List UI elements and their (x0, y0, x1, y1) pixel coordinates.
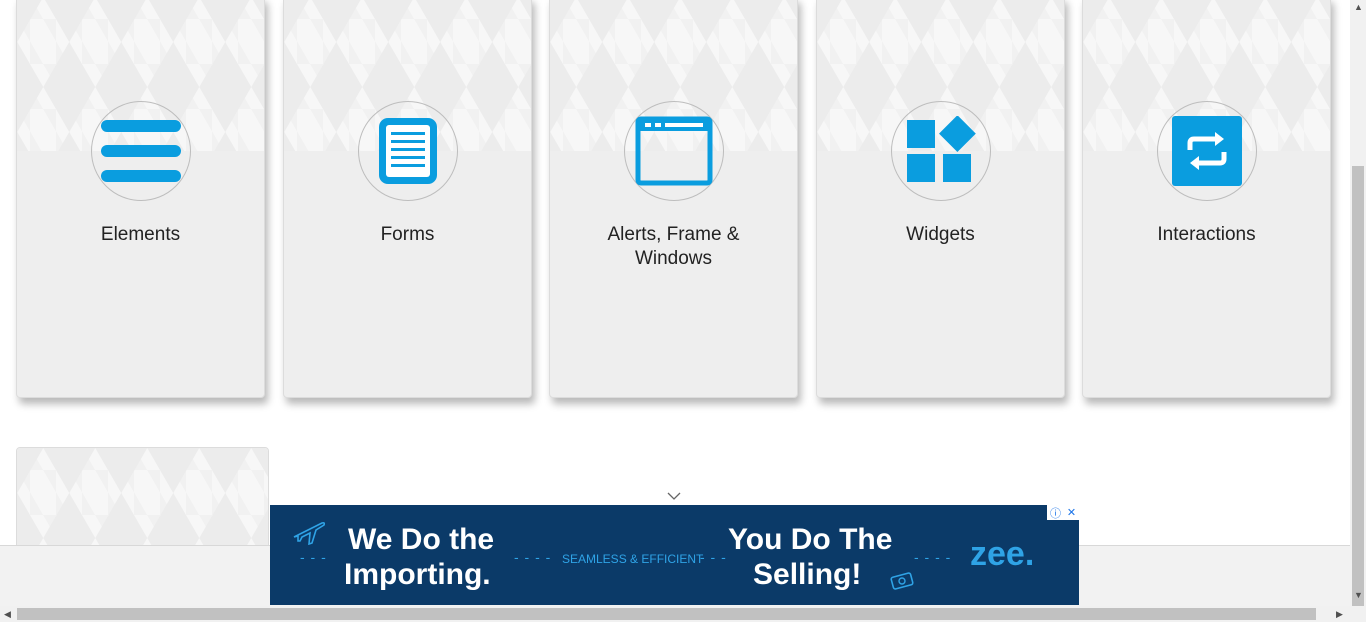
swap-arrows-icon (1171, 116, 1242, 186)
card-title: Elements (100, 224, 181, 245)
card-icon-circle (1156, 101, 1257, 201)
ad-headline-1a: We Do the (348, 523, 495, 556)
document-icon (378, 118, 437, 184)
scroll-right-icon[interactable]: ▶ (1336, 609, 1343, 620)
info-icon[interactable]: ⓘ (1050, 505, 1061, 521)
scroll-up-icon[interactable]: ▲ (1354, 2, 1363, 12)
card-widgets[interactable]: Widgets (816, 0, 1065, 398)
ad-dashes: - - - - (914, 549, 952, 565)
ad-controls[interactable]: ⓘ ✕ (1047, 505, 1079, 520)
ad-brand: zee. (970, 535, 1035, 573)
horizontal-scrollbar-thumb[interactable] (17, 608, 1316, 620)
card-alerts-frame-windows[interactable]: Alerts, Frame & Windows (549, 0, 798, 398)
ad-headline-2b: Selling! (753, 558, 862, 591)
widgets-icon (906, 116, 976, 182)
card-title: Interactions (1157, 224, 1256, 245)
card-interactions[interactable]: Interactions (1082, 0, 1331, 398)
scroll-left-icon[interactable]: ◀ (4, 609, 11, 620)
card-icon-circle (90, 101, 191, 201)
card-title: Widgets (906, 224, 975, 245)
card-title: Alerts, Frame & Windows (607, 224, 740, 269)
menu-lines-icon (100, 120, 181, 182)
card-forms[interactable]: Forms (283, 0, 532, 398)
card-pattern (17, 448, 268, 558)
money-icon (890, 572, 914, 590)
chevron-down-icon[interactable] (667, 492, 681, 501)
card-icon-circle (357, 101, 458, 201)
ad-tagline: SEAMLESS & EFFICIENT (562, 552, 704, 566)
card-title: Forms (380, 224, 435, 245)
vertical-scrollbar-thumb[interactable] (1352, 166, 1364, 606)
card-partial[interactable] (16, 447, 269, 559)
ad-headline-1b: Importing. (344, 558, 491, 591)
airplane-icon (293, 521, 326, 545)
vertical-scrollbar[interactable]: ▲ ▼ (1350, 0, 1366, 606)
horizontal-scrollbar[interactable]: ◀ ▶ (0, 606, 1366, 622)
card-icon-circle (623, 101, 724, 201)
ad-dashes: - - - (300, 549, 327, 565)
browser-window-icon (635, 116, 712, 186)
ad-banner[interactable]: - - - We Do the Importing. - - - - SEAML… (270, 505, 1079, 605)
card-icon-circle (890, 101, 991, 201)
card-elements[interactable]: Elements (16, 0, 265, 398)
scroll-down-icon[interactable]: ▼ (1354, 590, 1363, 600)
ad-dashes: - - - (700, 549, 727, 565)
close-icon[interactable]: ✕ (1067, 506, 1076, 519)
ad-dashes: - - - - (514, 549, 552, 565)
ad-headline-2a: You Do The (728, 523, 893, 556)
